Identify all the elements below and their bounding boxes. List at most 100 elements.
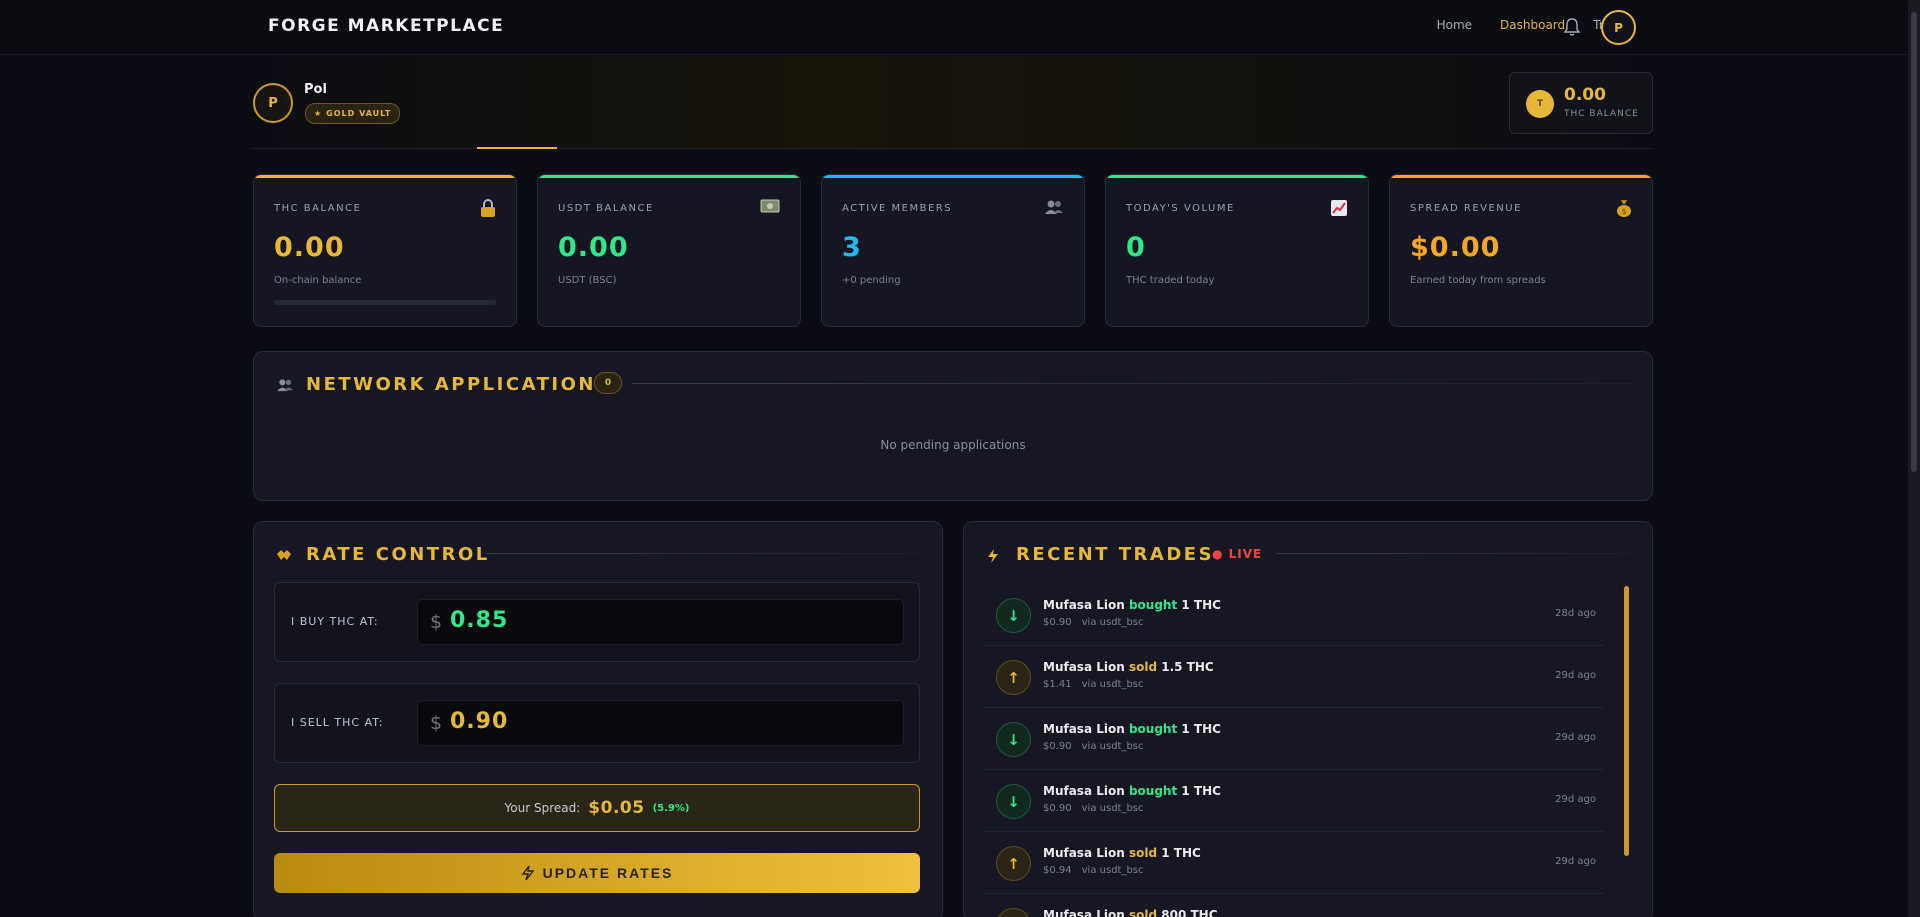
nav-dashboard[interactable]: Dashboard bbox=[1500, 18, 1565, 32]
trade-row[interactable]: ↓ Mufasa Lion bought 1 THC $0.90 via usdt_b… bbox=[984, 708, 1604, 770]
active-tab-indicator bbox=[477, 147, 557, 149]
stat-sub: +0 pending bbox=[842, 275, 901, 286]
trade-summary: Mufasa Lion sold 800 THC bbox=[1043, 908, 1218, 917]
trade-action: bought bbox=[1128, 598, 1178, 612]
section-title: NETWORK APPLICATIONS bbox=[306, 374, 612, 395]
money-icon bbox=[760, 199, 780, 213]
bell-icon[interactable] bbox=[1563, 17, 1581, 37]
trade-price: $0.90 bbox=[1043, 741, 1072, 752]
stat-value: 3 bbox=[842, 232, 862, 263]
stat-value: 0.00 bbox=[558, 232, 629, 263]
stat-accent-bar bbox=[538, 175, 800, 178]
section-title: RATE CONTROL bbox=[306, 544, 490, 565]
top-nav-bar: FORGE MARKETPLACE Home Dashboard Trade P bbox=[0, 0, 1908, 55]
trade-details: $0.90 via usdt_bsc bbox=[1043, 617, 1144, 628]
trade-row[interactable]: ↑Mufasa Lion sold 800 THC31d ago bbox=[984, 894, 1604, 917]
network-applications-panel: NETWORK APPLICATIONS 0 No pending applic… bbox=[253, 351, 1653, 501]
title-divider bbox=[632, 383, 1632, 384]
arrow-down-icon: ↓ bbox=[996, 722, 1031, 757]
star-icon: ★ bbox=[314, 109, 323, 118]
stat-accent-bar bbox=[1106, 175, 1368, 178]
trade-details: $0.94 via usdt_bsc bbox=[1043, 865, 1144, 876]
recent-trades-panel: RECENT TRADES ● LIVE ↓ Mufasa Lion bought… bbox=[963, 521, 1653, 917]
stat-value: 0.00 bbox=[274, 232, 345, 263]
spread-value: $0.05 bbox=[588, 798, 645, 818]
trade-action: sold bbox=[1128, 846, 1158, 860]
trade-amount: 1 THC bbox=[1181, 722, 1221, 736]
user-avatar[interactable]: P bbox=[1601, 10, 1636, 45]
trade-time: 29d ago bbox=[1555, 732, 1596, 743]
trade-summary: Mufasa Lion sold 1.5 THC bbox=[1043, 660, 1214, 674]
trade-amount: 1 THC bbox=[1181, 598, 1221, 612]
currency-symbol: $ bbox=[430, 611, 443, 633]
profile-header bbox=[253, 56, 1653, 149]
trade-details: $1.41 via usdt_bsc bbox=[1043, 679, 1144, 690]
stat-card-spread-revenue: SPREAD REVENUE $ $0.00 Earned today from… bbox=[1389, 174, 1653, 327]
stat-label: SPREAD REVENUE bbox=[1410, 203, 1522, 214]
lightning-icon bbox=[988, 549, 998, 563]
trades-scrollbar[interactable] bbox=[1624, 586, 1629, 856]
update-rates-button[interactable]: UPDATE RATES bbox=[274, 853, 920, 893]
trade-time: 29d ago bbox=[1555, 856, 1596, 867]
stat-accent-bar bbox=[254, 175, 516, 178]
pending-count-badge: 0 bbox=[594, 372, 622, 394]
header-balance-label: THC BALANCE bbox=[1564, 109, 1639, 119]
trade-action: sold bbox=[1128, 660, 1158, 674]
trade-price: $0.90 bbox=[1043, 803, 1072, 814]
trade-row[interactable]: ↓ Mufasa Lion bought 1 THC $0.90 via usdt_b… bbox=[984, 584, 1604, 646]
stat-value: $0.00 bbox=[1410, 232, 1501, 263]
stat-sub: Earned today from spreads bbox=[1410, 275, 1546, 286]
trade-user: Mufasa Lion bbox=[1043, 660, 1125, 674]
update-rates-label: UPDATE RATES bbox=[542, 865, 674, 881]
trade-amount: 1 THC bbox=[1181, 784, 1221, 798]
brand-logo[interactable]: FORGE MARKETPLACE bbox=[268, 16, 504, 36]
title-divider bbox=[1276, 553, 1632, 554]
stat-label: ACTIVE MEMBERS bbox=[842, 203, 953, 214]
scrollbar-thumb[interactable] bbox=[1911, 12, 1917, 472]
trade-user: Mufasa Lion bbox=[1043, 908, 1125, 917]
section-title: RECENT TRADES bbox=[1016, 544, 1215, 565]
trade-via: via usdt_bsc bbox=[1081, 679, 1144, 690]
spread-summary: Your Spread: $0.05 (5.9%) bbox=[274, 784, 920, 832]
live-label: LIVE bbox=[1228, 547, 1263, 561]
trade-via: via usdt_bsc bbox=[1081, 741, 1144, 752]
stat-value: 0 bbox=[1126, 232, 1146, 263]
trade-row[interactable]: ↓ Mufasa Lion bought 1 THC $0.90 via usdt_b… bbox=[984, 770, 1604, 832]
arrow-up-icon: ↑ bbox=[996, 660, 1031, 695]
profile-name: Pol bbox=[304, 82, 327, 97]
handshake-icon bbox=[277, 550, 291, 560]
trade-via: via usdt_bsc bbox=[1081, 803, 1144, 814]
stat-sub: On-chain balance bbox=[274, 275, 362, 286]
buy-rate-input[interactable]: $ 0.85 bbox=[417, 599, 904, 645]
stat-label: TODAY'S VOLUME bbox=[1126, 203, 1235, 214]
arrow-up-icon: ↑ bbox=[996, 908, 1031, 917]
users-icon bbox=[1045, 200, 1063, 214]
title-divider bbox=[486, 553, 922, 554]
money-bag-icon: $ bbox=[1617, 200, 1631, 217]
trade-row[interactable]: ↑ Mufasa Lion sold 1.5 THC $1.41 via usdt_b… bbox=[984, 646, 1604, 708]
lightning-icon bbox=[521, 865, 535, 881]
trade-via: via usdt_bsc bbox=[1081, 865, 1144, 876]
trade-amount: 1.5 THC bbox=[1161, 660, 1214, 674]
stat-label: USDT BALANCE bbox=[558, 203, 654, 214]
chart-icon bbox=[1331, 200, 1347, 216]
nav-home[interactable]: Home bbox=[1437, 18, 1472, 32]
coin-icon: T bbox=[1526, 90, 1554, 118]
tier-badge: ★ GOLD VAULT bbox=[305, 103, 401, 124]
trade-user: Mufasa Lion bbox=[1043, 722, 1125, 736]
stat-card-thc-balance: THC BALANCE 0.00 On-chain balance bbox=[253, 174, 517, 327]
trade-list[interactable]: ↓ Mufasa Lion bought 1 THC $0.90 via usdt_b… bbox=[984, 584, 1604, 917]
balance-progress-bar bbox=[274, 300, 496, 305]
currency-symbol: $ bbox=[430, 712, 443, 734]
stat-card-todays-volume: TODAY'S VOLUME 0 THC traded today bbox=[1105, 174, 1369, 327]
trade-details: $0.90 via usdt_bsc bbox=[1043, 741, 1144, 752]
trade-amount: 800 THC bbox=[1161, 908, 1218, 917]
sell-rate-input[interactable]: $ 0.90 bbox=[417, 700, 904, 746]
buy-rate-row: I BUY THC AT: $ 0.85 bbox=[274, 582, 920, 662]
trade-time: 28d ago bbox=[1555, 608, 1596, 619]
trade-time: 29d ago bbox=[1555, 794, 1596, 805]
trade-row[interactable]: ↑ Mufasa Lion sold 1 THC $0.94 via usdt_bsc… bbox=[984, 832, 1604, 894]
page-scrollbar[interactable] bbox=[1908, 0, 1920, 917]
sell-rate-row: I SELL THC AT: $ 0.90 bbox=[274, 683, 920, 763]
trade-amount: 1 THC bbox=[1161, 846, 1201, 860]
